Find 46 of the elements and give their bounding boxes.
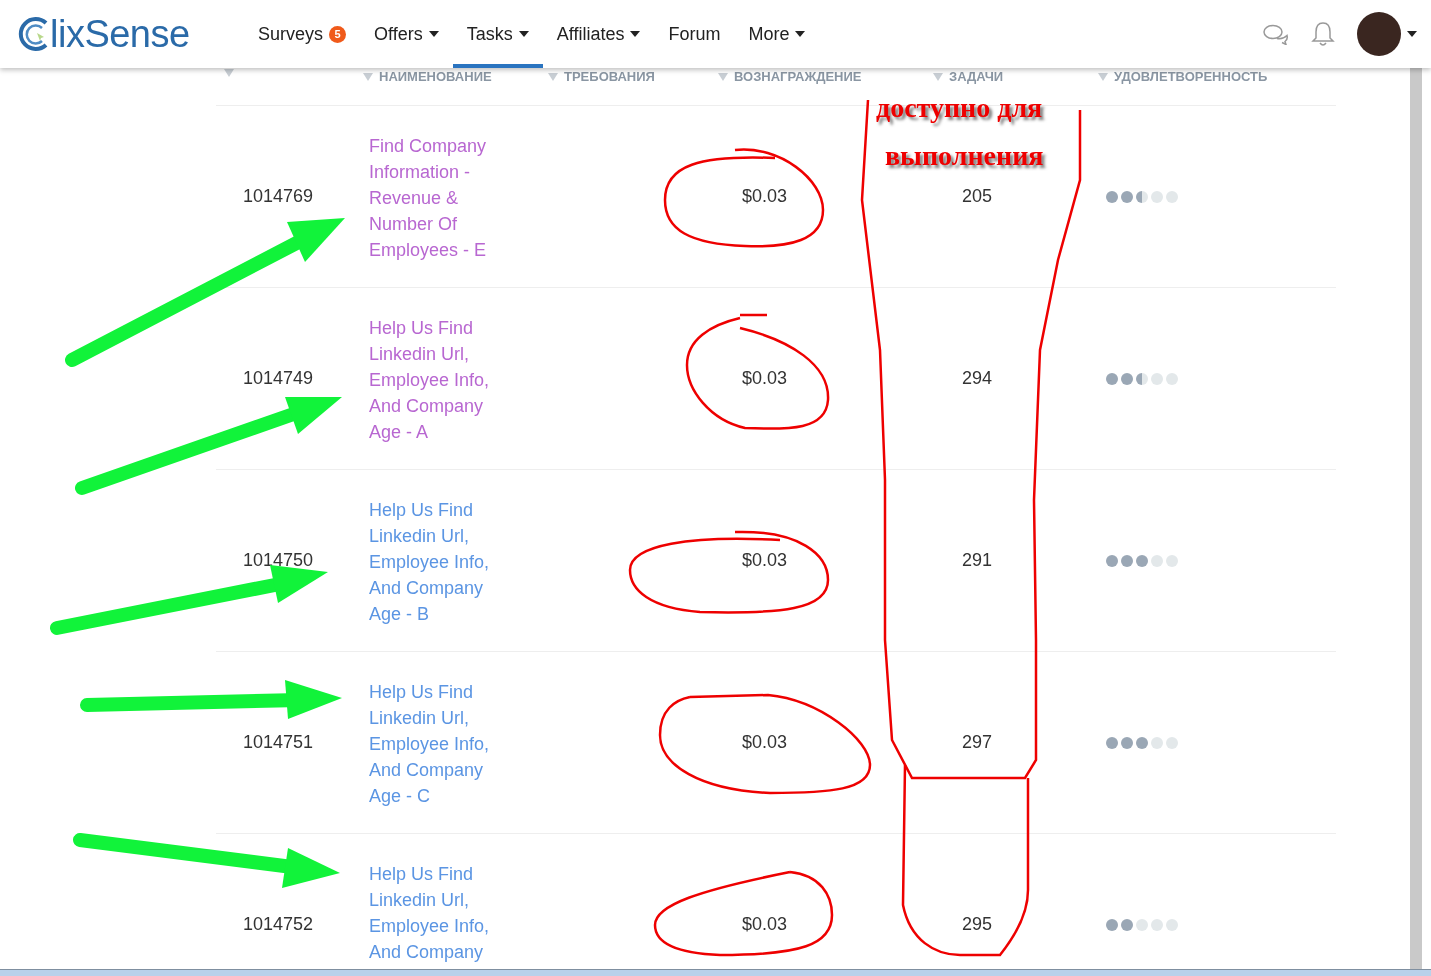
task-id: 1014750 xyxy=(242,550,315,571)
column-header[interactable]: УДОВЛЕТВОРЕННОСТЬ xyxy=(1114,69,1268,84)
reward: $0.03 xyxy=(741,914,789,935)
avatar[interactable] xyxy=(1357,12,1401,56)
task-link[interactable]: Help Us Find Linkedin Url, Employee Info, And Company Age - A xyxy=(369,315,509,445)
task-link[interactable]: Help Us Find Linkedin Url, Employee Info, And Company Age - C xyxy=(369,679,509,809)
task-id: 1014769 xyxy=(242,186,315,207)
logo-mark-icon xyxy=(18,15,50,53)
task-count: 297 xyxy=(961,732,994,753)
reward: $0.03 xyxy=(741,732,789,753)
task-link[interactable]: Find Company Information - Revenue & Number Of Employees - E xyxy=(369,133,509,263)
reward: $0.03 xyxy=(741,550,789,571)
sort-icon[interactable] xyxy=(548,72,558,81)
task-link[interactable]: Help Us Find Linkedin Url, Employee Info, And Company Age - B xyxy=(369,497,509,627)
nav-tab[interactable]: Tasks xyxy=(452,0,543,68)
scrollbar[interactable] xyxy=(1410,68,1422,969)
caret-icon[interactable] xyxy=(1407,31,1417,37)
reward: $0.03 xyxy=(741,186,789,207)
column-header[interactable]: НАИМЕНОВАНИЕ xyxy=(379,69,492,84)
task-count: 294 xyxy=(961,368,994,389)
bell-icon[interactable] xyxy=(1311,21,1335,47)
reward: $0.03 xyxy=(741,368,789,389)
task-id: 1014751 xyxy=(242,732,315,753)
sort-icon[interactable] xyxy=(718,72,728,81)
task-count: 295 xyxy=(961,914,994,935)
task-id: 1014749 xyxy=(242,368,315,389)
annotation-text: доступно для xyxy=(876,94,1043,122)
column-header[interactable]: ВОЗНАГРАЖДЕНИЕ xyxy=(734,69,862,84)
logo-text[interactable]: lixSense xyxy=(50,12,190,56)
nav-tab[interactable]: Surveys 5 xyxy=(244,0,361,68)
column-header[interactable]: ЗАДАЧИ xyxy=(949,69,1004,84)
nav-tab[interactable]: Offers xyxy=(360,0,453,68)
sort-icon[interactable] xyxy=(1098,72,1108,81)
column-header[interactable]: ТРЕБОВАНИЯ xyxy=(564,69,655,84)
task-count: 205 xyxy=(961,186,994,207)
task-link[interactable]: Help Us Find Linkedin Url, Employee Info, And Company xyxy=(369,861,509,965)
nav-tab[interactable]: More xyxy=(734,0,820,68)
task-count: 291 xyxy=(961,550,994,571)
sort-icon[interactable] xyxy=(933,72,943,81)
annotation-text: выполнения xyxy=(885,142,1044,170)
count-badge: 5 xyxy=(329,25,347,43)
chat-bubbles-icon[interactable] xyxy=(1263,23,1289,45)
nav-tab[interactable]: Affiliates xyxy=(542,0,655,68)
sort-icon[interactable] xyxy=(363,72,373,81)
task-id: 1014752 xyxy=(242,914,315,935)
nav-tab[interactable]: Forum xyxy=(654,0,735,68)
